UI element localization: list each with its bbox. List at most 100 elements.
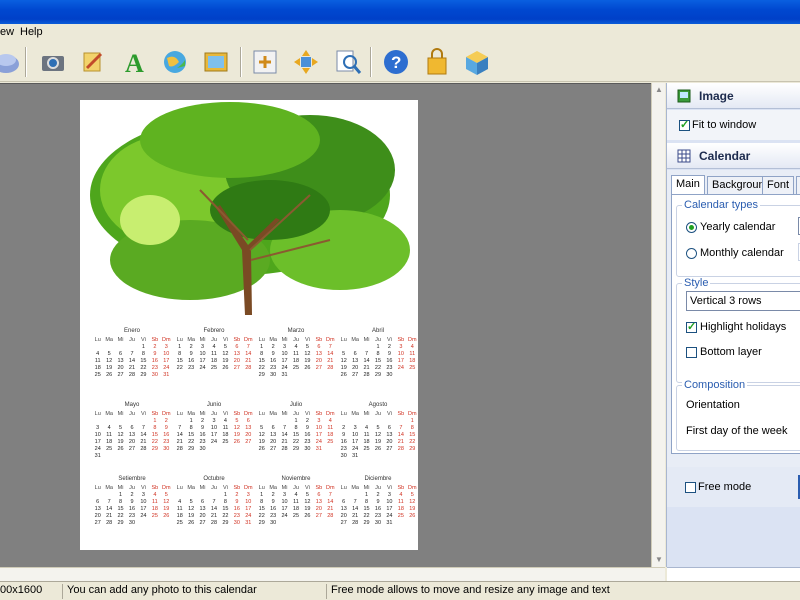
- day-cell: 12: [304, 351, 311, 357]
- empty-cell: [115, 344, 126, 351]
- move-button[interactable]: [290, 46, 322, 78]
- empty-cell: [395, 418, 406, 425]
- zoom-icon: [336, 50, 362, 74]
- day-cell: 9: [271, 499, 275, 505]
- help-button[interactable]: ?: [380, 46, 412, 78]
- scroll-up-icon[interactable]: ▲: [654, 85, 664, 95]
- toolbar-separator: [25, 47, 27, 77]
- box-icon: [466, 51, 488, 75]
- orientation-label: Orientation: [686, 399, 740, 411]
- yearly-calendar-radio[interactable]: [686, 222, 697, 233]
- shop-button[interactable]: [421, 46, 453, 78]
- day-cell: 8: [365, 499, 369, 505]
- day-cell: 18: [327, 432, 334, 438]
- tab-font[interactable]: Font: [762, 176, 795, 194]
- menu-view[interactable]: ew: [0, 26, 14, 38]
- day-cell: 19: [106, 365, 113, 371]
- empty-cell: [92, 344, 103, 351]
- weekday-header: Ma: [105, 337, 113, 343]
- day-cell: 4: [365, 425, 369, 431]
- day-cell: 19: [304, 358, 311, 364]
- horizontal-scrollbar[interactable]: [0, 567, 665, 581]
- day-cell: 21: [210, 513, 218, 519]
- day-cell: 2: [153, 344, 157, 350]
- month-marzo: Marzo Lu Ma Mi Ju Vi Sb Dm 1 2 3 4 5 6 7 8 9 10 11 12 13 14 15…: [256, 328, 336, 390]
- free-mode-checkbox[interactable]: [685, 482, 696, 493]
- day-cell: 26: [304, 513, 311, 519]
- weekday-header: Vi: [305, 485, 310, 491]
- image-icon: [677, 89, 691, 103]
- weekday-header: Sb: [315, 411, 323, 417]
- weekday-header: Mi: [117, 485, 124, 491]
- day-cell: 5: [305, 344, 309, 350]
- empty-cell: [349, 492, 360, 499]
- day-cell: 30: [340, 453, 347, 459]
- day-cell: 9: [235, 499, 239, 505]
- weekday-header: Lu: [258, 337, 265, 343]
- day-cell: 23: [304, 439, 311, 445]
- day-cell: 13: [315, 499, 322, 505]
- day-cell: 26: [163, 513, 170, 519]
- image-button[interactable]: [200, 46, 232, 78]
- day-cell: 4: [294, 344, 298, 350]
- globe-button[interactable]: [159, 46, 191, 78]
- weekday-header: Dm: [408, 485, 417, 491]
- calendar-page[interactable]: Enero Lu Ma Mi Ju Vi Sb Dm 1 2 3 4 5 6 7 8 9 10 11 12 13 14 15…: [80, 100, 418, 550]
- day-cell: 29: [258, 520, 265, 526]
- day-cell: 10: [210, 425, 218, 431]
- day-cell: 14: [352, 506, 359, 512]
- day-cell: 2: [201, 418, 205, 424]
- weekday-header: Lu: [340, 485, 347, 491]
- day-cell: 21: [352, 513, 359, 519]
- weekday-header: Vi: [141, 337, 146, 343]
- style-select[interactable]: Vertical 3 rows: [686, 291, 800, 311]
- day-cell: 23: [340, 446, 347, 452]
- weekday-header: Lu: [176, 411, 183, 417]
- menu-bar: ew Help: [0, 24, 800, 42]
- camera-button[interactable]: [37, 46, 69, 78]
- bottom-layer-checkbox[interactable]: [686, 347, 697, 358]
- open-button[interactable]: [0, 46, 22, 78]
- day-cell: 20: [315, 358, 322, 364]
- day-cell: 25: [106, 446, 113, 452]
- day-cell: 16: [304, 432, 311, 438]
- scroll-down-icon[interactable]: ▼: [654, 555, 664, 565]
- day-cell: 3: [283, 344, 287, 350]
- day-cell: 7: [365, 351, 369, 357]
- fit-button[interactable]: [249, 46, 281, 78]
- day-cell: 27: [117, 372, 124, 378]
- fit-to-window-checkbox[interactable]: [679, 118, 690, 131]
- image-section-body: Fit to window: [667, 110, 800, 140]
- calendar-section-header[interactable]: Calendar: [667, 143, 800, 169]
- zoom-button[interactable]: [332, 46, 364, 78]
- day-cell: 14: [397, 432, 404, 438]
- day-cell: 31: [245, 520, 252, 526]
- day-cell: 12: [233, 425, 240, 431]
- canvas-area[interactable]: Enero Lu Ma Mi Ju Vi Sb Dm 1 2 3 4 5 6 7 8 9 10 11 12 13 14 15…: [0, 83, 651, 567]
- weekday-header: Vi: [223, 485, 228, 491]
- day-cell: 3: [246, 492, 250, 498]
- box-button[interactable]: [461, 46, 493, 78]
- day-cell: 25: [151, 513, 158, 519]
- edit-button[interactable]: [77, 46, 109, 78]
- day-cell: 3: [353, 425, 357, 431]
- day-cell: 29: [151, 446, 158, 452]
- image-section-header[interactable]: Image: [667, 83, 800, 109]
- tree-photo[interactable]: [80, 100, 418, 315]
- monthly-calendar-radio[interactable]: [686, 248, 697, 259]
- empty-cell: [185, 492, 196, 499]
- text-button[interactable]: A: [118, 46, 150, 78]
- day-cell: 1: [365, 492, 369, 498]
- menu-help[interactable]: Help: [20, 26, 43, 38]
- highlight-holidays-checkbox[interactable]: [686, 320, 697, 333]
- day-cell: 27: [315, 513, 322, 519]
- day-cell: 6: [130, 425, 134, 431]
- day-cell: 26: [340, 372, 347, 378]
- tab-main[interactable]: Main: [671, 175, 705, 194]
- day-cell: 10: [245, 499, 252, 505]
- day-cell: 4: [178, 499, 182, 505]
- day-cell: 11: [94, 358, 101, 364]
- vertical-scrollbar[interactable]: ▲ ▼: [651, 83, 665, 567]
- tab-more[interactable]: [796, 176, 800, 194]
- day-cell: 7: [283, 425, 287, 431]
